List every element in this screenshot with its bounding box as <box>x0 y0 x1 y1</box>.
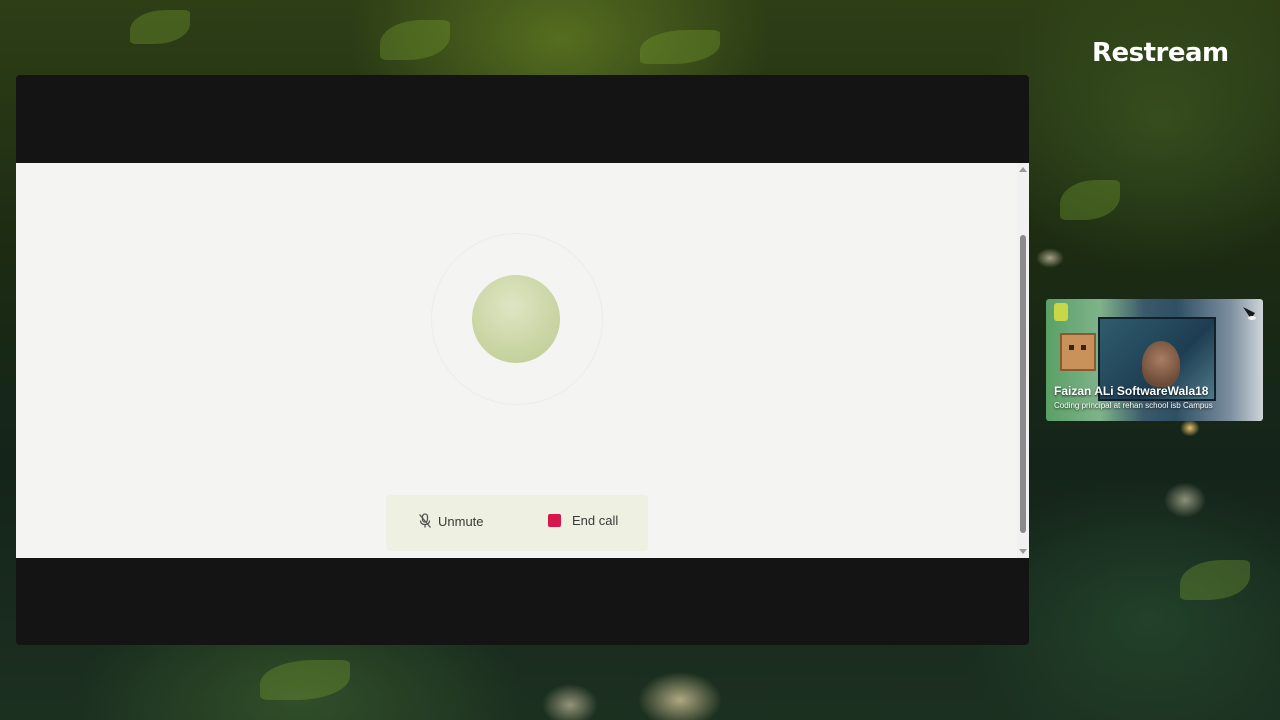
voice-orb <box>472 275 560 363</box>
stream-background: Restream Unmute End call Faizan ALi Soft… <box>0 0 1280 720</box>
channel-badge-icon <box>1054 303 1068 321</box>
background-leaf <box>1060 180 1120 220</box>
background-leaf <box>640 30 720 64</box>
presenter-video <box>1142 341 1180 387</box>
scroll-up-arrow-icon[interactable] <box>1019 167 1027 172</box>
participant-camera-overlay: Faizan ALi SoftwareWala18 Coding princip… <box>1046 299 1263 421</box>
scroll-thumb[interactable] <box>1020 235 1026 533</box>
blocky-character-icon <box>1060 333 1096 371</box>
scroll-down-arrow-icon[interactable] <box>1019 549 1027 554</box>
restream-logo: Restream <box>1092 38 1229 68</box>
muted-mic-icon <box>419 513 431 528</box>
desk-lamp-icon <box>1243 307 1256 320</box>
call-controls: Unmute End call <box>386 495 648 551</box>
background-leaf <box>380 20 450 60</box>
stop-square-icon <box>548 514 561 527</box>
call-window: Unmute End call <box>16 75 1029 645</box>
unmute-label: Unmute <box>438 513 484 529</box>
participant-name: Faizan ALi SoftwareWala18 <box>1054 384 1209 398</box>
background-leaf <box>1180 560 1250 600</box>
vertical-scrollbar[interactable] <box>1017 163 1029 558</box>
background-leaf <box>130 10 190 44</box>
end-call-label: End call <box>572 513 619 528</box>
end-call-button[interactable]: End call <box>548 513 618 528</box>
unmute-button[interactable]: Unmute <box>418 513 484 529</box>
participant-subtitle: Coding principal at rehan school isb Cam… <box>1054 401 1213 410</box>
voice-call-pane: Unmute End call <box>16 163 1029 558</box>
background-leaf <box>260 660 350 700</box>
